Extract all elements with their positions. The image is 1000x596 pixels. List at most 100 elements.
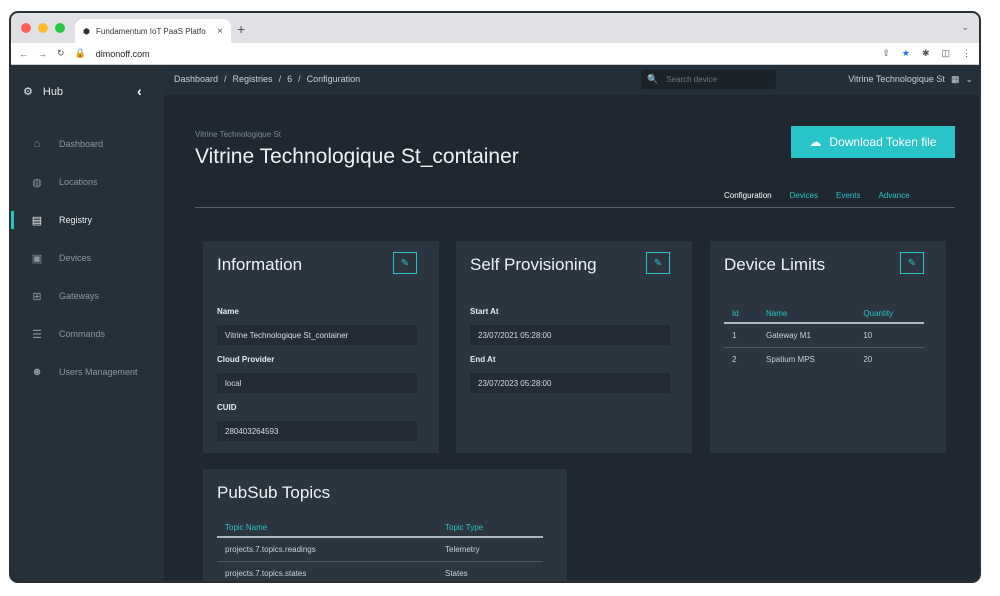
cloud-download-icon: ☁	[809, 135, 822, 149]
browser-actions: ⇪ ★ ✱ ◫ ⋮	[882, 48, 971, 59]
chevron-down-icon: ⌄	[965, 74, 973, 84]
cell-id: 2	[732, 355, 737, 364]
reload-icon[interactable]: ↻	[57, 48, 65, 59]
lock-icon: 🔒	[74, 48, 86, 58]
column-header-topic-name: Topic Name	[225, 523, 268, 532]
tab-close-icon[interactable]: ×	[217, 26, 223, 37]
information-card: Information ✎ Name Vitrine Technologique…	[203, 241, 439, 453]
search-icon: 🔍	[647, 74, 659, 84]
start-at-label: Start At	[470, 307, 499, 316]
breadcrumb-separator: /	[278, 74, 282, 84]
minimize-window-button[interactable]	[38, 23, 48, 33]
list-icon: ☰	[32, 328, 42, 341]
users-icon: ☻	[31, 366, 43, 378]
back-icon[interactable]: ←	[19, 49, 28, 59]
browser-tab[interactable]: ⬢ Fundamentum IoT PaaS Platfo ×	[75, 19, 231, 43]
tab-events[interactable]: Events	[836, 191, 860, 200]
sidebar-item-label: Dashboard	[59, 139, 104, 149]
maximize-window-button[interactable]	[55, 23, 65, 33]
clipboard-icon: ▤	[31, 214, 43, 227]
sidebar-item-commands[interactable]: ☰ Commands	[11, 315, 164, 353]
tab-advance[interactable]: Advance	[879, 191, 910, 200]
close-window-button[interactable]	[21, 23, 31, 33]
org-name: Vitrine Technologique St	[848, 74, 945, 84]
start-at-field: 23/07/2021 05:28:00	[470, 325, 670, 345]
sidebar-item-devices[interactable]: ▣ Devices	[11, 239, 164, 277]
share-icon[interactable]: ⇪	[882, 48, 890, 59]
star-icon[interactable]: ★	[902, 48, 910, 59]
table-header-row: Id Name Quantity	[724, 305, 924, 323]
tabs-divider	[195, 207, 955, 208]
end-at-field: 23/07/2023 05:28:00	[470, 373, 670, 393]
name-field: Vitrine Technologique St_container	[217, 325, 417, 345]
breadcrumb-dashboard[interactable]: Dashboard	[174, 74, 218, 84]
column-header-topic-type: Topic Type	[445, 523, 484, 532]
download-token-button[interactable]: ☁ Download Token file	[791, 126, 955, 158]
tab-configuration[interactable]: Configuration	[724, 191, 772, 200]
extensions-icon[interactable]: ✱	[922, 48, 930, 59]
tab-list-chevron-icon[interactable]: ⌄	[961, 22, 969, 33]
edit-self-provisioning-button[interactable]: ✎	[646, 252, 670, 274]
cell-topic-name: projects.7.topics.states	[225, 569, 307, 578]
favicon-icon: ⬢	[83, 26, 90, 36]
sidepanel-icon[interactable]: ◫	[941, 48, 950, 59]
cuid-field: 280403264593	[217, 421, 417, 441]
pubsub-topics-card: PubSub Topics Topic Name Topic Type proj…	[203, 469, 567, 582]
edit-information-button[interactable]: ✎	[393, 252, 417, 274]
menu-icon[interactable]: ⋮	[962, 48, 971, 59]
breadcrumb-configuration: Configuration	[306, 74, 361, 84]
pubsub-heading: PubSub Topics	[217, 483, 331, 502]
device-limits-card: Device Limits ✎ Id Name Quantity 1 Gatew…	[710, 241, 946, 453]
end-at-label: End At	[470, 355, 496, 364]
globe-icon: ◍	[32, 176, 42, 189]
breadcrumb-registry-id[interactable]: 6	[287, 74, 292, 84]
sidebar-item-label: Gateways	[59, 291, 100, 301]
table-row: 1 Gateway M1 10	[724, 323, 924, 348]
sidebar-item-users-management[interactable]: ☻ Users Management	[11, 353, 164, 391]
new-tab-button[interactable]: +	[237, 21, 245, 37]
sidebar-item-label: Devices	[59, 253, 92, 263]
hub-header[interactable]: ⚙ Hub	[23, 85, 63, 99]
top-bar: Dashboard / Registries / 6 / Configurati…	[164, 65, 979, 95]
table-row: projects.7.topics.readings Telemetry	[217, 537, 543, 562]
self-provisioning-heading: Self Provisioning	[470, 255, 597, 274]
sidebar-item-registry[interactable]: ▤ Registry	[11, 201, 164, 239]
cell-quantity: 10	[863, 331, 873, 340]
collapse-sidebar-icon[interactable]: ‹	[137, 83, 142, 99]
sidebar-item-label: Commands	[59, 329, 106, 339]
column-header-id: Id	[732, 309, 739, 318]
information-heading: Information	[217, 255, 303, 274]
main-content: Vitrine Technologique St Vitrine Technol…	[164, 95, 979, 582]
cell-name: Gateway M1	[765, 331, 811, 340]
url-field[interactable]: dimonoff.com	[96, 49, 150, 59]
table-header-row: Topic Name Topic Type	[217, 519, 543, 537]
page-title: Vitrine Technologique St_container	[195, 145, 519, 168]
column-header-quantity: Quantity	[863, 309, 894, 318]
browser-tab-bar: ⬢ Fundamentum IoT PaaS Platfo × + ⌄	[11, 13, 979, 43]
cell-id: 1	[732, 331, 737, 340]
sidebar-item-label: Locations	[59, 177, 98, 187]
forward-icon[interactable]: →	[38, 49, 47, 59]
network-icon: ⊞	[32, 290, 42, 303]
breadcrumb-registries[interactable]: Registries	[233, 74, 273, 84]
sidebar-item-locations[interactable]: ◍ Locations	[11, 163, 164, 201]
sidebar: ⚙ Hub ‹ ⌂ Dashboard ◍ Locations ▤ Regist…	[11, 65, 164, 581]
search-input[interactable]	[666, 75, 767, 84]
browser-window: ⬢ Fundamentum IoT PaaS Platfo × + ⌄ ← → …	[9, 11, 981, 583]
name-label: Name	[217, 307, 239, 316]
search-box: 🔍	[641, 70, 776, 89]
edit-device-limits-button[interactable]: ✎	[900, 252, 924, 274]
building-icon: ▦	[950, 74, 960, 84]
cell-topic-type: States	[445, 569, 468, 578]
org-selector[interactable]: Vitrine Technologique St ▦ ⌄	[848, 74, 973, 85]
self-provisioning-card: Self Provisioning ✎ Start At 23/07/2021 …	[456, 241, 692, 453]
sidebar-nav: ⌂ Dashboard ◍ Locations ▤ Registry ▣ Dev…	[11, 125, 164, 391]
cloud-provider-field: local	[217, 373, 417, 393]
sidebar-item-gateways[interactable]: ⊞ Gateways	[11, 277, 164, 315]
sidebar-item-dashboard[interactable]: ⌂ Dashboard	[11, 125, 164, 163]
tab-devices[interactable]: Devices	[790, 191, 818, 200]
table-row: projects.7.topics.states States	[217, 562, 543, 582]
sidebar-item-label: Registry	[59, 215, 93, 225]
pubsub-table: Topic Name Topic Type projects.7.topics.…	[217, 519, 543, 582]
sidebar-item-label: Users Management	[59, 367, 138, 377]
